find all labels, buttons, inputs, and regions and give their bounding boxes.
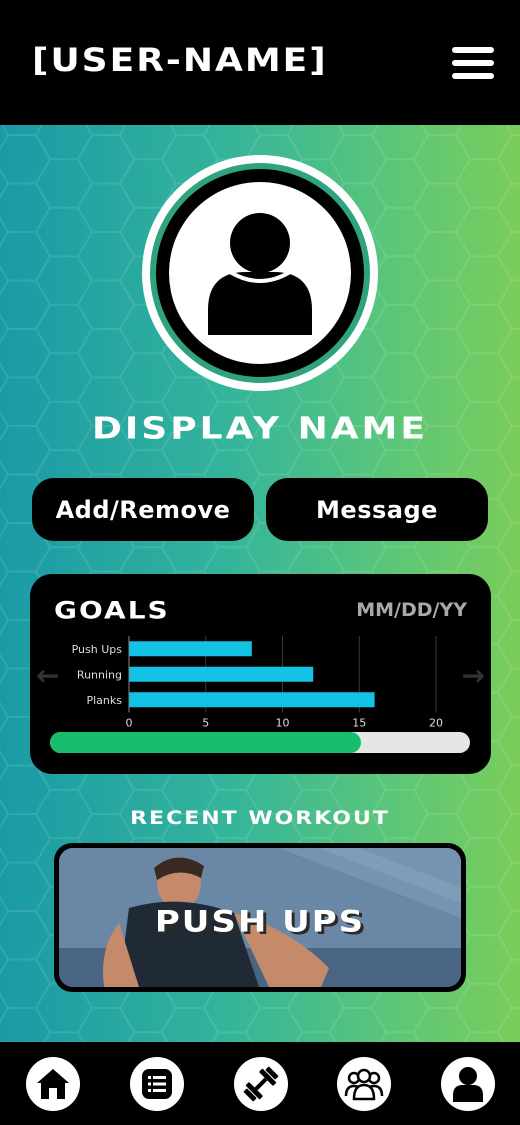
goals-card: GOALS MM/DD/YY ← → 0 5 10 15 20 Push Ups Runni… (30, 574, 491, 774)
dumbbell-icon (243, 1066, 279, 1102)
hamburger-menu-icon[interactable] (452, 47, 494, 79)
chart-x-tick-label: 15 (352, 717, 366, 730)
add-remove-button[interactable]: Add/Remove (32, 478, 254, 541)
nav-profile-button[interactable] (441, 1057, 495, 1111)
chart-x-tick-label: 0 (126, 717, 133, 730)
nav-community-button[interactable] (337, 1057, 391, 1111)
chart-x-tick-label: 20 (429, 717, 443, 730)
chart-category-label: Planks (86, 694, 122, 707)
home-icon (37, 1069, 69, 1099)
chart-bar (129, 666, 314, 682)
chart-category-label: Push Ups (72, 643, 123, 656)
workout-photo: PUSH UPS (59, 848, 461, 987)
user-avatar-icon (208, 213, 312, 335)
group-icon (344, 1068, 384, 1101)
profile-icon (453, 1067, 483, 1102)
chart-x-tick-label: 5 (202, 717, 209, 730)
goal-progress-bar (50, 732, 470, 753)
list-icon (142, 1069, 172, 1099)
nav-home-button[interactable] (26, 1057, 80, 1111)
workout-label: PUSH UPS (154, 905, 366, 939)
recent-workout-card[interactable]: PUSH UPS (54, 843, 466, 992)
nav-list-button[interactable] (130, 1057, 184, 1111)
bottom-navigation (0, 1042, 520, 1125)
display-name: DISPLAY NAME (92, 411, 428, 446)
message-button[interactable]: Message (266, 478, 488, 541)
top-bar: [USER-NAME] (0, 0, 520, 125)
chart-category-label: Running (77, 668, 122, 681)
recent-workout-title: RECENT WORKOUT (130, 807, 390, 830)
goal-progress-fill (50, 732, 361, 753)
nav-workouts-button[interactable] (234, 1057, 288, 1111)
username-title: [USER-NAME] (32, 42, 328, 79)
chart-bar (129, 692, 375, 708)
chart-x-tick-label: 10 (276, 717, 290, 730)
chart-bar (129, 641, 252, 657)
